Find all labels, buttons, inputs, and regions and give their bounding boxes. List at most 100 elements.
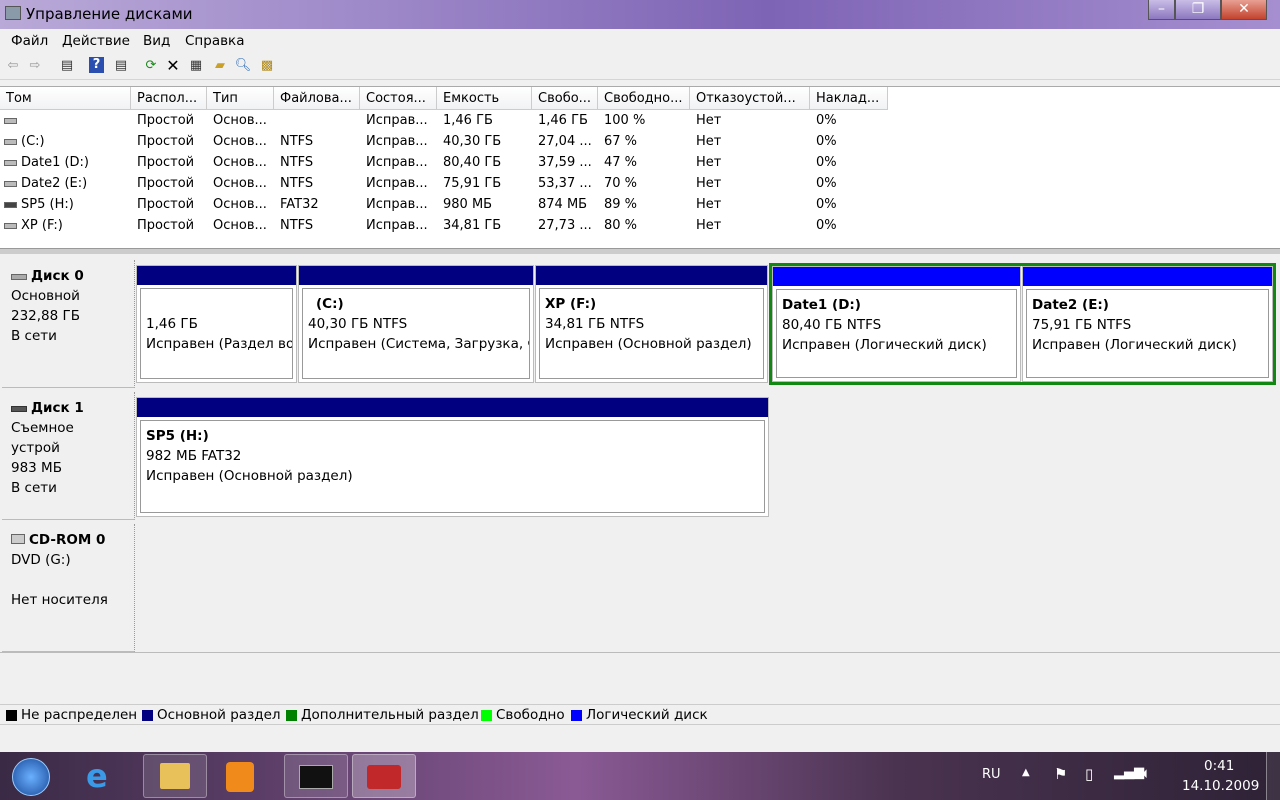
- clock-time[interactable]: 0:41: [1204, 758, 1234, 774]
- minimize-button[interactable]: –: [1148, 0, 1175, 20]
- language-indicator[interactable]: RU: [982, 767, 1001, 782]
- column-header[interactable]: Распол...: [131, 87, 207, 110]
- clock-date[interactable]: 14.10.2009: [1182, 778, 1259, 794]
- column-header[interactable]: Свобо...: [532, 87, 598, 110]
- column-header[interactable]: Файлова...: [274, 87, 360, 110]
- partition-f[interactable]: XP (F:) 34,81 ГБ NTFS Исправен (Основной р…: [535, 265, 768, 383]
- table-cell: 27,73 ...: [538, 218, 592, 233]
- table-cell: Основ...: [213, 197, 267, 212]
- internet-explorer-icon[interactable]: e: [86, 760, 122, 794]
- disk-1-label[interactable]: Диск 1 Съемное устрой 983 МБ В сети: [2, 392, 135, 520]
- column-header[interactable]: Емкость: [437, 87, 532, 110]
- help-icon[interactable]: ?: [89, 57, 104, 73]
- disk-management-taskbar-button[interactable]: [352, 754, 416, 798]
- explorer-taskbar-button[interactable]: [143, 754, 207, 798]
- refresh-icon[interactable]: ⟳: [142, 57, 160, 75]
- removable-disk-icon: [11, 406, 27, 412]
- cmd-taskbar-button[interactable]: [284, 754, 348, 798]
- table-cell: Date2 (E:): [0, 173, 131, 194]
- table-cell: Простой: [137, 197, 195, 212]
- console-tree-icon[interactable]: ▤: [58, 57, 76, 75]
- table-cell: Нет: [696, 176, 722, 191]
- legend-label: Логический диск: [586, 707, 708, 723]
- media-player-icon[interactable]: [226, 762, 254, 792]
- open-icon[interactable]: ▰: [211, 57, 229, 75]
- partition-h[interactable]: SP5 (H:) 982 МБ FAT32 Исправен (Основной р…: [136, 397, 769, 517]
- forward-icon[interactable]: ⇨: [26, 57, 44, 75]
- column-header[interactable]: Том: [0, 87, 131, 110]
- menu-help[interactable]: Справка: [185, 33, 244, 49]
- legend-swatch: [142, 709, 153, 721]
- volume-icon: [4, 180, 17, 187]
- table-cell: 0%: [816, 176, 837, 191]
- table-cell: Нет: [696, 113, 722, 128]
- disk-status: В сети: [11, 480, 57, 496]
- action-center-flag-icon[interactable]: ⚑: [1054, 765, 1067, 783]
- table-cell: Основ...: [213, 155, 267, 170]
- table-row[interactable]: SP5 (H:) Простой Основ... FAT32 Исправ... 980…: [0, 194, 888, 215]
- partition-d[interactable]: Date1 (D:) 80,40 ГБ NTFS Исправен (Логичес…: [772, 266, 1021, 382]
- table-cell: Нет: [696, 134, 722, 149]
- column-header[interactable]: Свободно...: [598, 87, 690, 110]
- menu-view[interactable]: Вид: [143, 33, 170, 49]
- partition-c[interactable]: (C:) 40,30 ГБ NTFS Исправен (Система, Загр…: [298, 265, 534, 383]
- column-header[interactable]: Отказоустой...: [690, 87, 810, 110]
- disk-0-label[interactable]: Диск 0 Основной 232,88 ГБ В сети: [2, 260, 135, 388]
- table-cell: Нет: [696, 155, 722, 170]
- cdrom-0-label[interactable]: CD-ROM 0 DVD (G:) Нет носителя: [2, 524, 135, 652]
- network-signal-icon[interactable]: ▂▄▆: [1114, 765, 1144, 780]
- settings-icon[interactable]: ▩: [258, 57, 276, 75]
- table-row[interactable]: (C:) Простой Основ... NTFS Исправ... 40,30 ГБ…: [0, 131, 888, 152]
- table-row[interactable]: Date2 (E:) Простой Основ... NTFS Исправ... 75…: [0, 173, 888, 194]
- menu-action[interactable]: Действие: [62, 33, 130, 49]
- start-button[interactable]: [12, 758, 50, 796]
- table-cell: 75,91 ГБ: [443, 176, 502, 191]
- partition-recovery[interactable]: 1,46 ГБ Исправен (Раздел во: [136, 265, 297, 383]
- legend-label: Не распределен: [21, 707, 138, 723]
- title-bar: Управление дисками – ❐ ✕: [0, 0, 1280, 29]
- table-cell: Простой: [137, 155, 195, 170]
- cdrom-icon: [11, 534, 25, 544]
- properties-icon[interactable]: ▦: [187, 57, 205, 75]
- table-cell: Исправ...: [366, 113, 428, 128]
- delete-icon[interactable]: ✕: [164, 57, 182, 75]
- legend-label: Дополнительный раздел: [301, 707, 479, 723]
- table-row[interactable]: XP (F:) Простой Основ... NTFS Исправ... 34,81…: [0, 215, 888, 236]
- back-icon[interactable]: ⇦: [4, 57, 22, 75]
- disk-size: 983 МБ: [11, 460, 62, 476]
- table-row[interactable]: Простой Основ... Исправ... 1,46 ГБ 1,46 ГБ 10…: [0, 110, 888, 131]
- menu-file[interactable]: Файл: [11, 33, 48, 49]
- table-cell: NTFS: [280, 155, 314, 170]
- column-header[interactable]: Состоя...: [360, 87, 437, 110]
- show-desktop-button[interactable]: [1266, 752, 1280, 800]
- table-cell: 47 %: [604, 155, 638, 170]
- volume-icon[interactable]: 🔈︎: [1142, 764, 1151, 782]
- legend-swatch: [481, 709, 492, 721]
- volume-icon: [4, 159, 17, 166]
- table-cell: 0%: [816, 113, 837, 128]
- table-cell: Исправ...: [366, 197, 428, 212]
- legend-item: Не распределен: [6, 707, 137, 723]
- table-cell: 37,59 ...: [538, 155, 592, 170]
- action-pane-icon[interactable]: ▤: [112, 57, 130, 75]
- column-header[interactable]: Тип: [207, 87, 274, 110]
- table-cell: 0%: [816, 197, 837, 212]
- table-cell: Основ...: [213, 176, 267, 191]
- table-cell: 40,30 ГБ: [443, 134, 502, 149]
- table-cell: 0%: [816, 218, 837, 233]
- table-row[interactable]: Date1 (D:) Простой Основ... NTFS Исправ... 80…: [0, 152, 888, 173]
- partition-e[interactable]: Date2 (E:) 75,91 ГБ NTFS Исправен (Логичес…: [1022, 266, 1273, 382]
- table-cell: Простой: [137, 176, 195, 191]
- table-cell: Нет: [696, 197, 722, 212]
- column-header[interactable]: Наклад...: [810, 87, 888, 110]
- power-icon[interactable]: ▯: [1085, 765, 1093, 783]
- disk-type: Основной: [11, 288, 80, 304]
- show-hidden-icons[interactable]: ▲: [1022, 767, 1030, 778]
- explore-icon[interactable]: 🔍︎: [234, 57, 252, 75]
- table-cell: 100 %: [604, 113, 646, 128]
- table-cell: SP5 (H:): [0, 194, 131, 215]
- disk-management-icon: [5, 6, 21, 20]
- table-cell: 27,04 ...: [538, 134, 592, 149]
- close-button[interactable]: ✕: [1221, 0, 1267, 20]
- maximize-button[interactable]: ❐: [1175, 0, 1221, 20]
